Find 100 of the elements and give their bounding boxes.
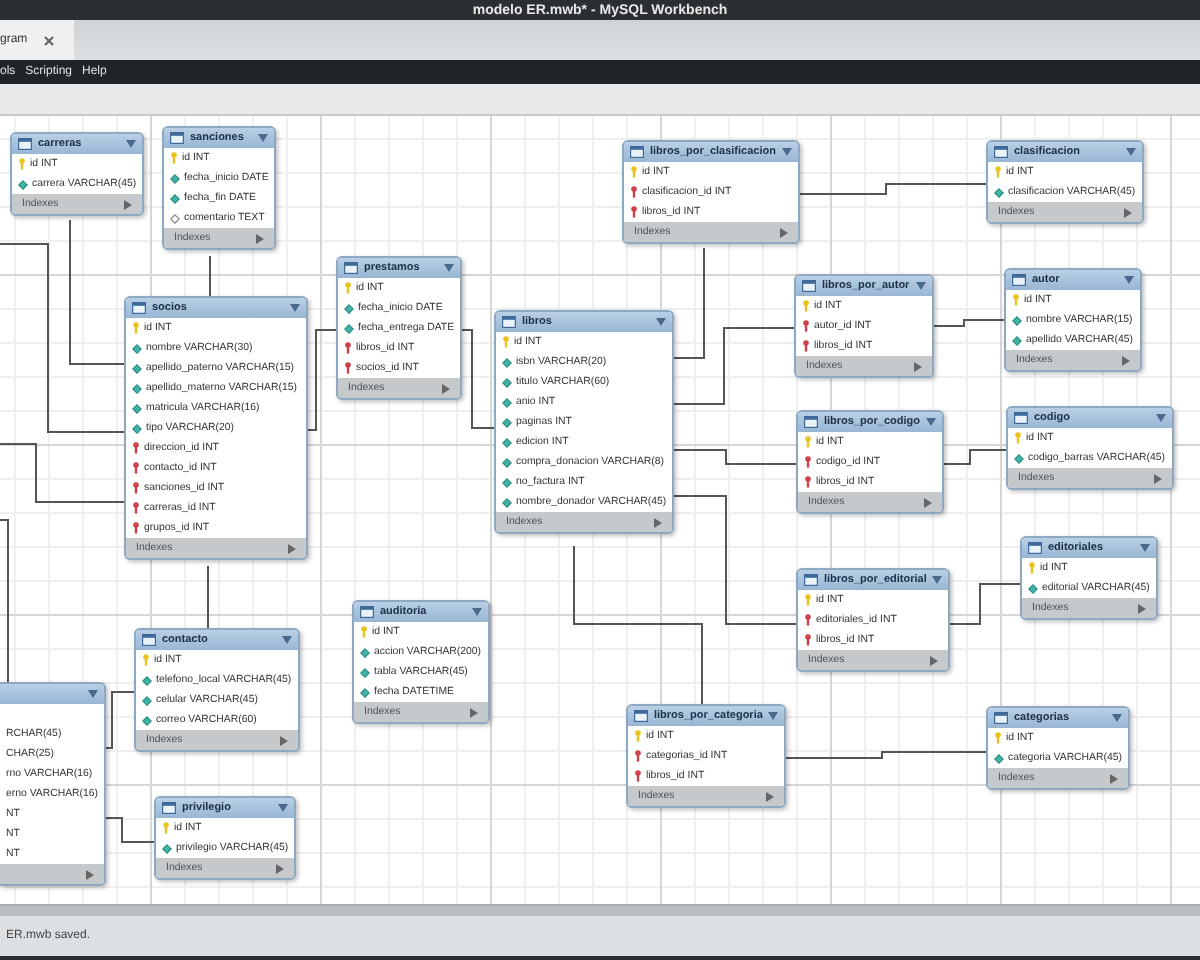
expand-icon[interactable] <box>288 543 296 553</box>
expand-icon[interactable] <box>1110 773 1118 783</box>
table-icon <box>344 262 358 274</box>
expand-icon[interactable] <box>923 497 932 507</box>
caret-icon[interactable] <box>281 636 292 644</box>
caret-icon[interactable] <box>925 418 936 426</box>
expand-icon[interactable] <box>930 655 939 665</box>
key-icon <box>1012 294 1020 306</box>
key-icon <box>142 654 150 666</box>
key-icon <box>1014 432 1022 444</box>
expand-icon[interactable] <box>86 869 95 879</box>
caret-icon[interactable] <box>88 690 99 698</box>
expand-icon[interactable] <box>469 707 478 717</box>
caret-icon[interactable] <box>1123 276 1134 284</box>
key-icon <box>132 442 140 454</box>
key-icon <box>802 340 810 352</box>
relationship-line <box>0 443 125 503</box>
table-icon <box>360 606 374 618</box>
key-icon <box>132 322 140 334</box>
key-icon <box>132 502 140 514</box>
diamond-icon <box>994 753 1004 763</box>
table-icon <box>18 138 32 150</box>
diamond-icon <box>1028 583 1038 593</box>
key-icon <box>804 594 812 606</box>
caret-icon[interactable] <box>471 608 482 616</box>
key-icon <box>502 336 510 348</box>
caret-icon[interactable] <box>915 282 926 290</box>
table-icon <box>142 634 156 646</box>
key-icon <box>132 462 140 474</box>
key-icon <box>630 206 638 218</box>
caret-icon[interactable] <box>126 140 137 148</box>
key-icon <box>804 614 812 626</box>
table-icon <box>502 316 516 328</box>
expand-icon[interactable] <box>279 735 288 745</box>
caret-icon[interactable] <box>1112 714 1122 722</box>
expand-icon[interactable] <box>442 383 451 393</box>
expand-icon[interactable] <box>1121 355 1130 365</box>
table-icon <box>994 712 1008 724</box>
diamond-icon <box>1014 453 1024 463</box>
key-icon <box>634 770 642 782</box>
expand-icon[interactable] <box>913 361 922 371</box>
key-icon <box>802 320 810 332</box>
key-icon <box>170 152 178 164</box>
key-icon <box>802 300 810 312</box>
expand-icon[interactable] <box>124 199 133 209</box>
key-icon <box>344 282 352 294</box>
key-icon <box>18 158 26 170</box>
expand-icon[interactable] <box>654 517 663 527</box>
caret-icon[interactable] <box>444 264 455 272</box>
table-icon <box>804 574 818 586</box>
key-icon <box>344 342 352 354</box>
key-icon <box>1028 562 1036 574</box>
table-card[interactable] <box>124 296 308 560</box>
table-icon <box>634 710 648 722</box>
table-icon <box>1014 412 1028 424</box>
table-icon <box>1028 542 1042 554</box>
table-icon <box>994 146 1008 158</box>
key-icon <box>634 750 642 762</box>
caret-icon[interactable] <box>932 576 943 584</box>
table-icon <box>630 146 644 158</box>
expand-icon[interactable] <box>766 791 775 801</box>
caret-icon[interactable] <box>1125 148 1136 156</box>
caret-icon[interactable] <box>781 148 792 156</box>
scroll-bar[interactable] <box>0 904 1200 916</box>
key-icon <box>994 166 1002 178</box>
table-icon <box>170 132 184 144</box>
relationship-line <box>209 255 211 297</box>
key-icon <box>804 634 812 646</box>
table-icon <box>804 416 818 428</box>
relationship-line <box>207 565 209 629</box>
relationship-line <box>303 329 337 431</box>
key-icon <box>344 362 352 374</box>
key-icon <box>804 456 812 468</box>
expand-icon[interactable] <box>256 233 265 243</box>
table-icon <box>132 302 146 314</box>
expand-icon[interactable] <box>276 863 285 873</box>
caret-icon[interactable] <box>278 804 289 812</box>
table-icon <box>1012 274 1026 286</box>
caret-icon[interactable] <box>768 712 779 720</box>
diamond-icon <box>162 843 172 853</box>
key-icon <box>804 476 812 488</box>
key-icon <box>132 482 140 494</box>
caret-icon[interactable] <box>258 134 269 142</box>
expand-icon[interactable] <box>1123 207 1132 217</box>
caret-icon[interactable] <box>290 304 300 312</box>
caret-icon[interactable] <box>1139 544 1150 552</box>
table-icon <box>162 802 176 814</box>
expand-icon[interactable] <box>779 227 788 237</box>
table-icon <box>802 280 816 292</box>
expand-icon[interactable] <box>1137 603 1146 613</box>
caret-icon[interactable] <box>1155 414 1166 422</box>
key-icon <box>630 166 638 178</box>
key-icon <box>360 626 368 638</box>
key-icon <box>994 732 1002 744</box>
key-icon <box>634 730 642 742</box>
expand-icon[interactable] <box>1153 473 1162 483</box>
key-icon <box>630 186 638 198</box>
key-icon <box>132 522 140 534</box>
caret-icon[interactable] <box>656 318 667 326</box>
close-icon[interactable] <box>43 35 54 45</box>
